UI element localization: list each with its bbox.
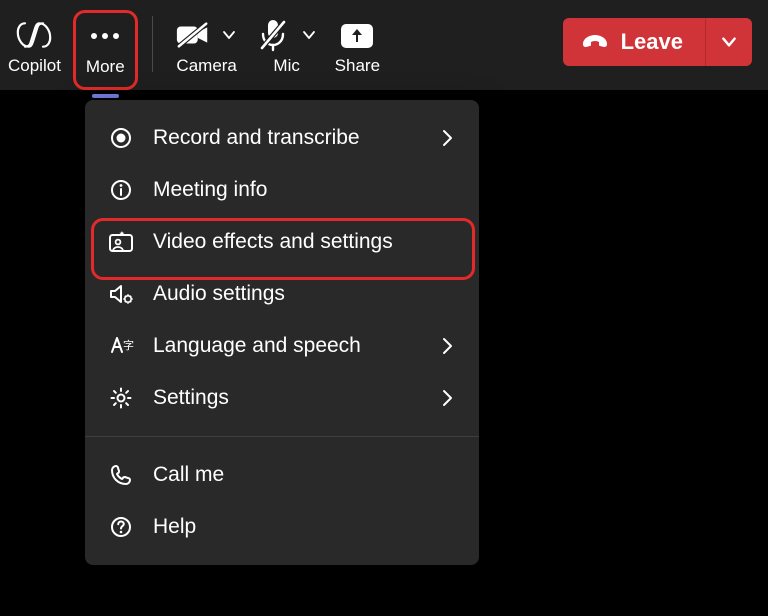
copilot-button[interactable]: Copilot (4, 10, 65, 86)
chevron-right-icon (437, 336, 457, 356)
mic-options-chevron-icon[interactable] (299, 25, 319, 45)
more-active-underline (92, 94, 119, 98)
camera-options-chevron-icon[interactable] (219, 25, 239, 45)
menu-item-label: Help (153, 515, 457, 539)
more-button[interactable]: More (86, 15, 125, 91)
menu-item-label: Video effects and settings (153, 230, 457, 254)
menu-item-label: Record and transcribe (153, 126, 437, 150)
help-icon (107, 513, 135, 541)
menu-item-label: Audio settings (153, 282, 457, 306)
info-icon (107, 176, 135, 204)
toolbar-separator (152, 16, 153, 72)
menu-item-call-me[interactable]: Call me (85, 449, 479, 501)
menu-item-label: Settings (153, 386, 437, 410)
leave-button[interactable]: Leave (563, 18, 705, 66)
svg-text:字: 字 (123, 338, 134, 352)
camera-label: Camera (176, 56, 236, 76)
share-button[interactable]: Share (327, 10, 388, 86)
menu-item-meeting-info[interactable]: Meeting info (85, 164, 479, 216)
chevron-right-icon (437, 388, 457, 408)
menu-item-label: Call me (153, 463, 457, 487)
chevron-down-icon (720, 33, 738, 51)
mic-off-icon (255, 17, 291, 53)
more-menu: Record and transcribe Meeting info Video… (85, 100, 479, 565)
copilot-icon (16, 17, 52, 53)
more-label: More (86, 57, 125, 77)
menu-item-settings[interactable]: Settings (85, 372, 479, 424)
menu-item-label: Language and speech (153, 334, 437, 358)
menu-item-video-effects[interactable]: Video effects and settings (85, 216, 479, 268)
gear-icon (107, 384, 135, 412)
copilot-label: Copilot (8, 56, 61, 76)
language-icon: 字 (107, 332, 135, 360)
meeting-toolbar: Copilot More (0, 0, 768, 90)
share-label: Share (335, 56, 380, 76)
hangup-icon (581, 32, 609, 52)
record-icon (107, 124, 135, 152)
ellipsis-icon (87, 18, 123, 54)
menu-item-record-transcribe[interactable]: Record and transcribe (85, 112, 479, 164)
video-effects-icon (107, 228, 135, 256)
menu-item-language-speech[interactable]: 字 Language and speech (85, 320, 479, 372)
leave-button-group: Leave (563, 18, 752, 66)
menu-item-label: Meeting info (153, 178, 457, 202)
leave-options-button[interactable] (705, 18, 752, 66)
mic-label: Mic (273, 56, 299, 76)
camera-off-icon (175, 17, 211, 53)
phone-icon (107, 461, 135, 489)
camera-button[interactable]: Camera (167, 10, 247, 86)
leave-label: Leave (621, 29, 683, 55)
mic-button[interactable]: Mic (247, 10, 327, 86)
chevron-right-icon (437, 128, 457, 148)
menu-item-help[interactable]: Help (85, 501, 479, 553)
menu-item-audio-settings[interactable]: Audio settings (85, 268, 479, 320)
share-screen-icon (339, 17, 375, 53)
menu-separator (85, 436, 479, 437)
more-button-highlight: More (73, 10, 138, 90)
audio-settings-icon (107, 280, 135, 308)
